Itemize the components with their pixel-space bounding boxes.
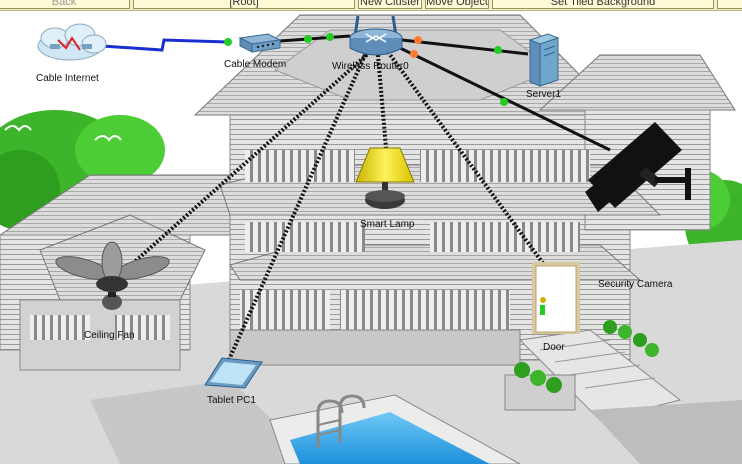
back-button[interactable]: Back xyxy=(0,0,130,9)
link-light-orange xyxy=(410,50,418,58)
door-icon[interactable] xyxy=(532,262,580,334)
cable-modem-icon[interactable] xyxy=(238,33,282,53)
logical-workspace[interactable]: Cable Internet Cable Modem Wireless Rout… xyxy=(0,0,742,465)
device-label-smart-lamp: Smart Lamp xyxy=(360,219,415,230)
link-light-up xyxy=(224,38,232,46)
cable-internet-to-modem-link xyxy=(101,38,229,52)
workspace-toolbar: Back [Root] New Cluster Move Object Set … xyxy=(0,0,742,11)
link-light-up xyxy=(304,35,312,43)
device-label-security-camera: Security Camera xyxy=(598,279,673,290)
server-icon[interactable] xyxy=(528,33,560,87)
new-cluster-button[interactable]: New Cluster xyxy=(358,0,422,9)
set-tiled-background-button[interactable]: Set Tiled Background xyxy=(492,0,714,9)
device-label-tablet: Tablet PC1 xyxy=(207,395,256,406)
device-label-cable-modem: Cable Modem xyxy=(224,59,287,70)
device-label-cable-internet: Cable Internet xyxy=(36,73,99,84)
link-light-up xyxy=(326,33,334,41)
link-light-up xyxy=(500,98,508,106)
device-label-door: Door xyxy=(543,342,565,353)
link-light-up xyxy=(494,46,502,54)
move-object-button[interactable]: Move Object xyxy=(425,0,489,9)
link-light-orange xyxy=(414,36,422,44)
cable-internet-cloud-icon[interactable] xyxy=(37,23,107,61)
device-label-wireless-router: Wireless Router0 xyxy=(332,61,409,72)
device-label-ceiling-fan: Ceiling Fan xyxy=(84,330,135,341)
toolbar-overflow-button[interactable] xyxy=(717,0,742,9)
device-label-server: Server1 xyxy=(526,89,562,100)
root-button[interactable]: [Root] xyxy=(133,0,355,9)
